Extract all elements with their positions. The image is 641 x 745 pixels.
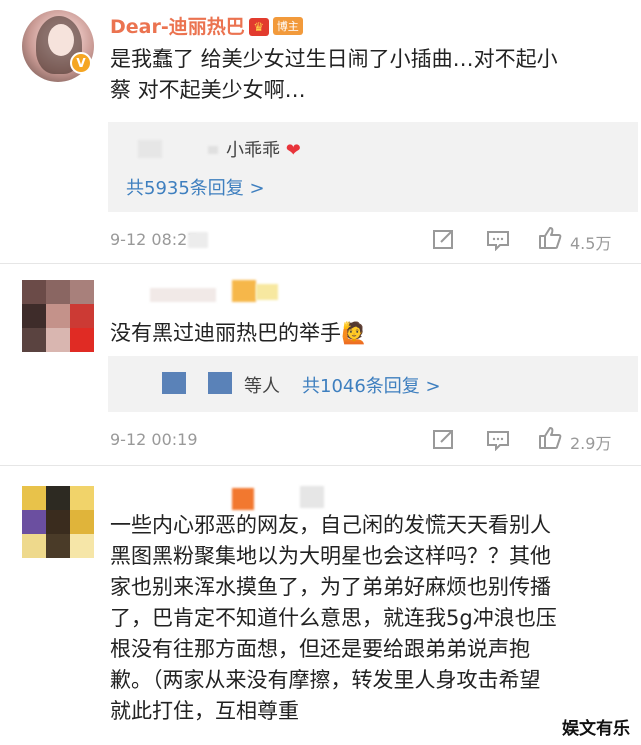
comment-text-line: 根没有往那方面想，但还是要给跟弟弟说声抱 — [110, 637, 530, 661]
comment-time: 9-12 08:27 — [110, 230, 198, 249]
like-icon — [539, 427, 562, 449]
share-button[interactable] — [432, 228, 456, 250]
blurred-location — [188, 232, 208, 248]
comment-3: 一些内心邪恶的网友，自己闲的发慌天天看别人 黑图黑粉聚集地以为大明星也会这样吗？… — [0, 466, 641, 745]
reply-count-link[interactable]: 共1046条回复 > — [302, 372, 441, 398]
blurred-username — [232, 488, 254, 510]
heart-icon: ❤ — [285, 140, 301, 161]
comment-text-line: 一些内心邪恶的网友，自己闲的发慌天天看别人 — [110, 513, 551, 537]
comment-text-line: 是我蠢了 给美少女过生日闹了小插曲…对不起小 — [110, 47, 558, 71]
share-button[interactable] — [432, 428, 456, 450]
comment-text-line: 歉。（两家从来没有摩擦，转发里人身攻击希望 — [110, 668, 541, 692]
comment-text-line: 就此打住，互相尊重 — [110, 699, 299, 723]
like-count: 2.9万 — [570, 434, 612, 453]
commenter-name-text[interactable]: Dear-迪丽热巴 — [110, 16, 245, 38]
blurred-avatar — [208, 372, 232, 394]
reply-preview-box[interactable]: 等人 共1046条回复 > — [108, 356, 638, 412]
comment-text: 没有黑过迪丽热巴的举手🙋 — [110, 321, 368, 345]
comment-text: 一些内心邪恶的网友，自己闲的发慌天天看别人 黑图黑粉聚集地以为大明星也会这样吗？… — [110, 510, 630, 727]
crown-icon: ♛ — [248, 18, 269, 36]
blurred-username — [232, 280, 256, 302]
blurred-username — [256, 284, 278, 300]
host-badge: 博主 — [272, 17, 303, 35]
verified-badge-icon: V — [70, 52, 92, 74]
reply-count-link[interactable]: 共5935条回复 > — [126, 174, 265, 200]
reply-prefix: 等人 — [244, 376, 280, 397]
share-icon — [433, 230, 453, 249]
like-count: 4.5万 — [570, 234, 612, 253]
commenter-name[interactable]: Dear-迪丽热巴 ♛ 博主 — [110, 12, 303, 39]
comment-time: 9-12 00:19 — [110, 430, 198, 449]
blurred-avatar — [162, 372, 186, 394]
comment-text-line: 蔡 对不起美少女啊… — [110, 78, 306, 102]
comment-icon — [487, 431, 509, 452]
blurred-username — [208, 146, 218, 154]
comment-button[interactable] — [486, 229, 510, 252]
comment-1: V Dear-迪丽热巴 ♛ 博主 是我蠢了 给美少女过生日闹了小插曲…对不起小 蔡 … — [0, 0, 641, 262]
blurred-username — [138, 140, 162, 158]
pixelated-avatar — [22, 486, 94, 558]
share-icon — [433, 430, 453, 449]
like-icon — [539, 227, 562, 249]
blurred-username — [300, 486, 324, 508]
reply-preview-box[interactable]: 小乖乖 ❤ 共5935条回复 > — [108, 122, 638, 212]
comment-text: 是我蠢了 给美少女过生日闹了小插曲…对不起小 蔡 对不起美少女啊… — [110, 44, 630, 106]
comment-icon — [487, 231, 509, 252]
avatar[interactable] — [22, 486, 94, 558]
like-button[interactable]: 2.9万 — [538, 426, 628, 453]
reply-preview-text: 小乖乖 ❤ — [226, 136, 301, 162]
comment-text-line: 黑图黑粉聚集地以为大明星也会这样吗？？其他 — [110, 544, 551, 568]
blurred-username — [150, 288, 216, 302]
pixelated-avatar — [22, 280, 94, 352]
reply-preview-name: 小乖乖 — [226, 140, 280, 161]
comment-button[interactable] — [486, 429, 510, 452]
comment-text-line: 家也别来浑水摸鱼了，为了弟弟好麻烦也别传播 — [110, 575, 551, 599]
comment-2: 没有黑过迪丽热巴的举手🙋 等人 共1046条回复 > 9-12 00:19 2.… — [0, 264, 641, 464]
watermark: 娱文有乐 — [559, 714, 633, 739]
comment-text-line: 了，巴肯定不知道什么意思，就连我5g冲浪也压 — [110, 606, 557, 630]
like-button[interactable]: 4.5万 — [538, 226, 628, 253]
avatar[interactable] — [22, 280, 94, 352]
